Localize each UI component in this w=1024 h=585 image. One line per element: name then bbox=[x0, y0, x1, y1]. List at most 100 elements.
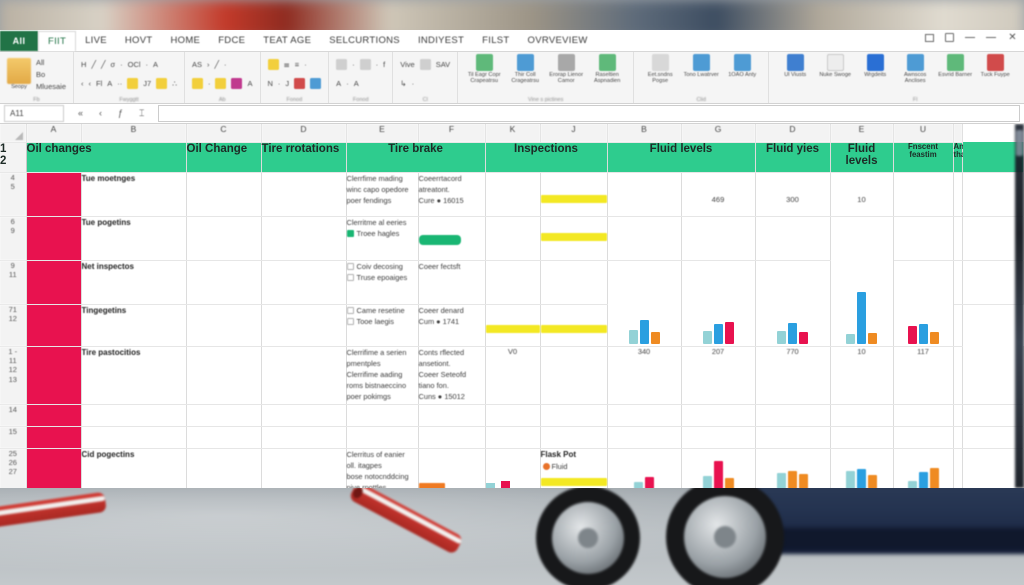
view-button-3[interactable]: Erorap Lienor Camor bbox=[547, 54, 585, 85]
row-header-11-13[interactable]: 1 - 11 12 13 bbox=[0, 346, 27, 405]
cell-e[interactable]: Coeer fectsft bbox=[418, 260, 486, 305]
review-button-3[interactable]: Wrgdeits bbox=[856, 54, 894, 78]
cell-d2[interactable] bbox=[830, 216, 894, 347]
cell-g[interactable] bbox=[755, 404, 831, 427]
font-item-sigma[interactable]: σ bbox=[110, 60, 115, 69]
cell-e[interactable]: Coeer denard Cum ● 1741 bbox=[418, 304, 486, 347]
collapse-ribbon-icon[interactable] bbox=[986, 36, 996, 39]
cell-d2[interactable] bbox=[830, 426, 894, 449]
column-header-u[interactable]: U bbox=[893, 124, 954, 143]
number-item-n[interactable]: N bbox=[268, 79, 273, 88]
maximize-icon[interactable] bbox=[945, 33, 954, 42]
cell-f-dots[interactable] bbox=[485, 448, 541, 488]
align-item-a[interactable]: A bbox=[247, 79, 252, 88]
cells-item-vive[interactable]: Vive bbox=[400, 60, 414, 69]
cell-j[interactable] bbox=[607, 216, 682, 261]
tab-filst[interactable]: FILST bbox=[473, 31, 518, 51]
checkbox-icon[interactable] bbox=[346, 273, 354, 281]
column-header-e[interactable]: E bbox=[346, 124, 419, 143]
cell-k-flask[interactable]: Flask Pot Fluid bbox=[540, 448, 608, 488]
number-item-j[interactable]: J bbox=[285, 79, 289, 88]
font-item-dot2[interactable]: · bbox=[146, 60, 149, 69]
cells-item-dot[interactable]: · bbox=[412, 79, 415, 88]
column-header-b[interactable]: B bbox=[81, 124, 187, 143]
select-all-corner[interactable] bbox=[0, 124, 27, 143]
merge-cells-icon[interactable] bbox=[231, 78, 243, 89]
tab-selcurtions[interactable]: SELCURTIONS bbox=[320, 31, 409, 51]
wrap-text-icon[interactable] bbox=[191, 78, 203, 89]
cell-e-bar[interactable] bbox=[418, 216, 486, 261]
cell-f[interactable] bbox=[485, 426, 541, 449]
font-item-lt1[interactable]: ‹ bbox=[81, 79, 84, 88]
cell-f-value[interactable]: V0 bbox=[485, 346, 541, 405]
review-button-2[interactable]: Nuke Swoge bbox=[816, 54, 854, 78]
align-item-slash[interactable]: ╱ bbox=[215, 60, 220, 69]
align-item-as[interactable]: AS bbox=[192, 60, 202, 69]
column-header-a[interactable]: A bbox=[26, 124, 82, 143]
cell-k[interactable] bbox=[540, 346, 608, 405]
column-header-f[interactable]: F bbox=[418, 124, 486, 143]
tab-home[interactable]: HOME bbox=[161, 31, 209, 51]
sparkline-cell-2007b[interactable]: 2007 bbox=[893, 448, 954, 488]
cell-e2[interactable] bbox=[893, 426, 954, 449]
cell-j[interactable] bbox=[607, 172, 682, 217]
cell-b2[interactable] bbox=[681, 260, 756, 347]
font-item-j7[interactable]: J7 bbox=[143, 79, 151, 88]
checkbox-checked-icon[interactable] bbox=[346, 229, 354, 237]
cell-a[interactable] bbox=[81, 426, 187, 449]
font-item-dot1[interactable]: · bbox=[120, 60, 123, 69]
row-header-15[interactable]: 15 bbox=[0, 426, 27, 449]
cell-u[interactable] bbox=[953, 404, 963, 427]
font-item-lt2[interactable]: ‹ bbox=[89, 79, 92, 88]
styles-item-a[interactable]: A bbox=[354, 79, 359, 88]
cell-e2[interactable] bbox=[893, 260, 954, 347]
tab-ovrveview[interactable]: OVRVEVIEW bbox=[519, 31, 597, 51]
cell-e[interactable] bbox=[418, 426, 486, 449]
cell-e2[interactable] bbox=[893, 172, 954, 217]
tab-indiyest[interactable]: INDIYEST bbox=[409, 31, 473, 51]
data-button-2[interactable]: Tono Lwatrver bbox=[682, 54, 720, 78]
cell-a[interactable] bbox=[81, 404, 187, 427]
number-item-dot[interactable]: · bbox=[304, 60, 307, 69]
cell-f[interactable] bbox=[485, 172, 541, 217]
cancel-formula-icon[interactable]: « bbox=[78, 108, 83, 119]
cell-b2[interactable] bbox=[681, 404, 756, 427]
font-size-box[interactable]: OCl bbox=[128, 60, 141, 69]
cell-d[interactable]: Clerrifime a serien pmentples Clerrifime… bbox=[346, 346, 419, 405]
cell-e2[interactable] bbox=[893, 216, 954, 261]
table-row[interactable]: 6 9 Tue pogetins Clerritme al eeries Tro… bbox=[0, 216, 1024, 347]
row-header-4-5[interactable]: 4 5 bbox=[0, 172, 27, 217]
review-button-4[interactable]: Awnscos Anclises bbox=[896, 54, 934, 85]
tab-live[interactable]: LIVE bbox=[76, 31, 116, 51]
align-item-dot[interactable]: · bbox=[224, 60, 227, 69]
column-header-g[interactable]: G bbox=[681, 124, 756, 143]
cell-f-highlight[interactable] bbox=[485, 304, 541, 347]
cell-styles-label[interactable]: A bbox=[336, 79, 341, 88]
row-header-71-12[interactable]: 71 12 bbox=[0, 304, 27, 347]
cell-a-label[interactable]: Cid pogectins bbox=[81, 448, 187, 488]
tab-hovt[interactable]: HOVT bbox=[116, 31, 162, 51]
underline-icon[interactable]: ·· bbox=[117, 79, 122, 88]
checkbox-icon[interactable] bbox=[346, 262, 354, 270]
name-box[interactable]: A11 bbox=[4, 105, 64, 122]
cell-b[interactable] bbox=[186, 216, 262, 261]
cell-f[interactable] bbox=[485, 260, 541, 305]
cell-d[interactable]: Clerrfime mading winc capo opedore poer … bbox=[346, 172, 419, 217]
styles-item-dot2[interactable]: · bbox=[376, 60, 379, 69]
cell-e2[interactable] bbox=[893, 404, 954, 427]
table-row[interactable]: 4 5 Tue moetnges Clerrfime mading winc c… bbox=[0, 172, 1024, 217]
number-item-list[interactable]: ≡ bbox=[295, 60, 299, 69]
row-header-1-2[interactable]: 1 2 bbox=[0, 142, 27, 173]
row-header-6-9[interactable]: 6 9 bbox=[0, 216, 27, 261]
file-tab[interactable]: AII bbox=[0, 31, 38, 51]
clipboard-item-bo[interactable]: Bo bbox=[36, 70, 66, 79]
column-header-k[interactable]: K bbox=[485, 124, 541, 143]
review-button-1[interactable]: Ul Viusts bbox=[776, 54, 814, 78]
cell-g[interactable] bbox=[755, 216, 831, 261]
cell-a-label[interactable]: Tue pogetins bbox=[81, 216, 187, 261]
cell-f[interactable] bbox=[485, 216, 541, 261]
sparkline-cell-201[interactable]: 201 bbox=[830, 448, 894, 488]
cell-u[interactable] bbox=[953, 346, 963, 405]
font-color-icon[interactable] bbox=[215, 78, 227, 89]
column-header-d[interactable]: D bbox=[261, 124, 347, 143]
